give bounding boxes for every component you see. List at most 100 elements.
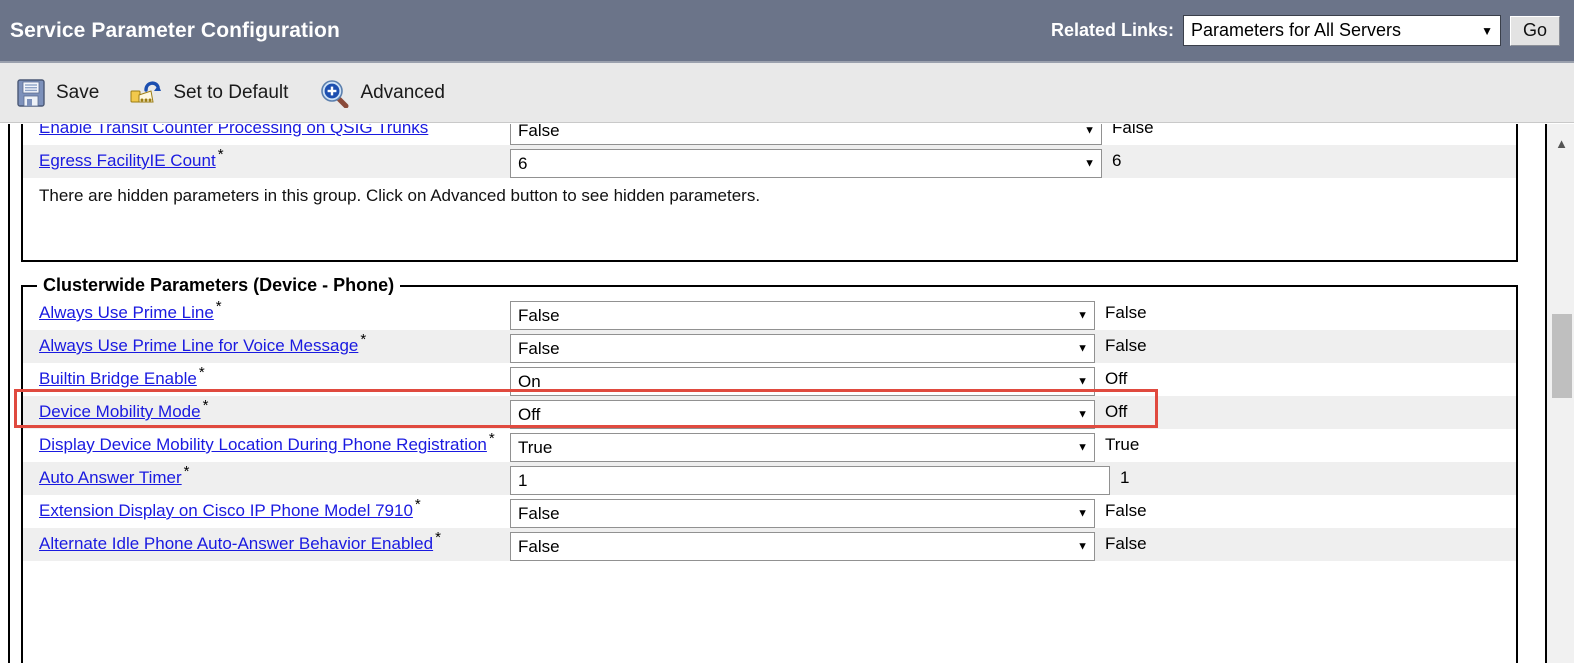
param-field: Off ▼ [510, 396, 1095, 429]
param-select-value: False [518, 305, 560, 325]
page-left-rule [8, 124, 10, 663]
param-select-value: 6 [518, 153, 528, 173]
param-select-value: False [518, 338, 560, 358]
save-button[interactable]: Save [16, 78, 99, 108]
param-default-value: True [1105, 435, 1140, 454]
builtin-bridge-enable-select[interactable]: On ▼ [510, 367, 1095, 396]
param-label: Alternate Idle Phone Auto-Answer Behavio… [23, 528, 510, 558]
advanced-button[interactable]: Advanced [318, 78, 445, 108]
param-select[interactable]: 6 ▼ [510, 149, 1102, 178]
param-link[interactable]: Device Mobility Mode [39, 402, 201, 421]
table-row-builtin-bridge-enable: Builtin Bridge Enable * On ▼ Off [23, 363, 1516, 396]
param-label: Egress FacilityIE Count * [23, 145, 510, 175]
param-input-value: 1 [518, 470, 528, 490]
param-link[interactable]: Always Use Prime Line for Voice Message [39, 336, 358, 355]
param-link[interactable]: Alternate Idle Phone Auto-Answer Behavio… [39, 534, 433, 553]
scroll-up-arrow-icon[interactable]: ▲ [1547, 130, 1574, 156]
page-title: Service Parameter Configuration [10, 18, 340, 42]
go-button-label: Go [1522, 20, 1547, 40]
param-select[interactable]: True ▼ [510, 433, 1095, 462]
param-link[interactable]: Enable Transit Counter Processing on QSI… [39, 124, 428, 137]
param-link[interactable]: Display Device Mobility Location During … [39, 435, 487, 454]
vertical-scrollbar[interactable]: ▲ [1545, 124, 1574, 663]
param-select[interactable]: False ▼ [510, 301, 1095, 330]
required-asterisk: * [414, 496, 421, 514]
param-select[interactable]: False ▼ [510, 499, 1095, 528]
chevron-down-icon: ▼ [1077, 408, 1088, 420]
param-select[interactable]: Off ▼ [510, 400, 1095, 429]
save-button-label: Save [56, 81, 100, 103]
param-field: 1 [510, 462, 1110, 495]
param-link[interactable]: Egress FacilityIE Count [39, 151, 216, 170]
go-button[interactable]: Go [1509, 15, 1560, 46]
set-to-default-icon [129, 78, 163, 108]
required-asterisk: * [488, 430, 495, 448]
parameter-group-1: Clusterwide Parameters (Device - Phone) … [21, 275, 1518, 663]
param-label: Always Use Prime Line * [23, 297, 510, 327]
chevron-down-icon: ▼ [1077, 342, 1088, 354]
param-select-value: False [518, 124, 560, 140]
param-label: Extension Display on Cisco IP Phone Mode… [23, 495, 510, 525]
param-label: Always Use Prime Line for Voice Message * [23, 330, 510, 360]
auto-answer-timer-input[interactable]: 1 [510, 466, 1110, 495]
param-select[interactable]: False ▼ [510, 532, 1095, 561]
param-field: On ▼ [510, 363, 1095, 396]
param-link[interactable]: Builtin Bridge Enable [39, 369, 197, 388]
table-row: Always Use Prime Line for Voice Message *… [23, 330, 1516, 363]
param-link[interactable]: Always Use Prime Line [39, 303, 214, 322]
param-select[interactable]: False ▼ [510, 334, 1095, 363]
required-asterisk: * [217, 146, 224, 164]
save-floppy-icon [16, 78, 46, 108]
param-field: False ▼ [510, 528, 1095, 561]
param-field: False ▼ [510, 495, 1095, 528]
required-asterisk: * [202, 397, 209, 415]
hidden-parameters-note: There are hidden parameters in this grou… [23, 178, 1516, 214]
param-link[interactable]: Auto Answer Timer [39, 468, 182, 487]
param-default-value: Off [1105, 402, 1128, 421]
required-asterisk: * [198, 364, 205, 382]
advanced-label: Advanced [360, 81, 445, 103]
param-field: False ▼ [510, 330, 1095, 363]
table-row: Alternate Idle Phone Auto-Answer Behavio… [23, 528, 1516, 561]
related-links-selected-value: Parameters for All Servers [1190, 20, 1402, 40]
required-asterisk: * [435, 529, 441, 547]
table-row: Device Mobility Mode * Off ▼ Off [23, 396, 1516, 429]
param-label: Display Device Mobility Location During … [23, 429, 510, 459]
param-field: 6 ▼ [510, 145, 1102, 178]
param-select[interactable]: False ▼ [510, 124, 1102, 145]
param-field: False ▼ [510, 124, 1102, 145]
page-header: Service Parameter Configuration Related … [0, 0, 1574, 63]
table-row: Egress FacilityIE Count * 6 ▼ 6 [23, 145, 1516, 178]
chevron-down-icon: ▼ [1077, 540, 1088, 552]
chevron-down-icon: ▼ [1077, 507, 1088, 519]
required-asterisk: * [360, 331, 367, 349]
required-asterisk: * [215, 298, 222, 316]
param-default-value: Off [1105, 369, 1128, 388]
advanced-magnifier-icon [318, 78, 350, 108]
related-links-group: Related Links: Parameters for All Server… [1051, 15, 1560, 46]
chevron-down-icon: ▼ [1077, 441, 1088, 453]
param-default-value: False [1105, 534, 1147, 553]
param-label: Enable Transit Counter Processing on QSI… [23, 124, 510, 142]
scrollbar-thumb[interactable] [1552, 314, 1572, 398]
param-label: Device Mobility Mode * [23, 396, 510, 426]
param-default-value: False [1105, 501, 1147, 520]
param-default-value: 1 [1120, 468, 1130, 487]
chevron-down-icon: ▼ [1077, 309, 1088, 321]
param-default-value: 6 [1112, 151, 1122, 170]
param-select-value: True [518, 437, 553, 457]
param-default-value: False [1112, 124, 1154, 137]
parameter-form-body: Enable Transit Counter Processing on QSI… [0, 124, 1574, 663]
toolbar: Save Set to Default Advanced [0, 63, 1574, 123]
param-default-value: False [1105, 303, 1147, 322]
param-field: True ▼ [510, 429, 1095, 462]
table-row: Extension Display on Cisco IP Phone Mode… [23, 495, 1516, 528]
set-to-default-button[interactable]: Set to Default [129, 78, 288, 108]
table-row: Display Device Mobility Location During … [23, 429, 1516, 462]
param-link[interactable]: Extension Display on Cisco IP Phone Mode… [39, 501, 413, 520]
param-field: False ▼ [510, 297, 1095, 330]
param-select-value: On [518, 371, 541, 391]
param-default-value: False [1105, 336, 1147, 355]
required-asterisk: * [430, 124, 436, 130]
related-links-dropdown[interactable]: Parameters for All Servers ▼ [1182, 15, 1501, 46]
